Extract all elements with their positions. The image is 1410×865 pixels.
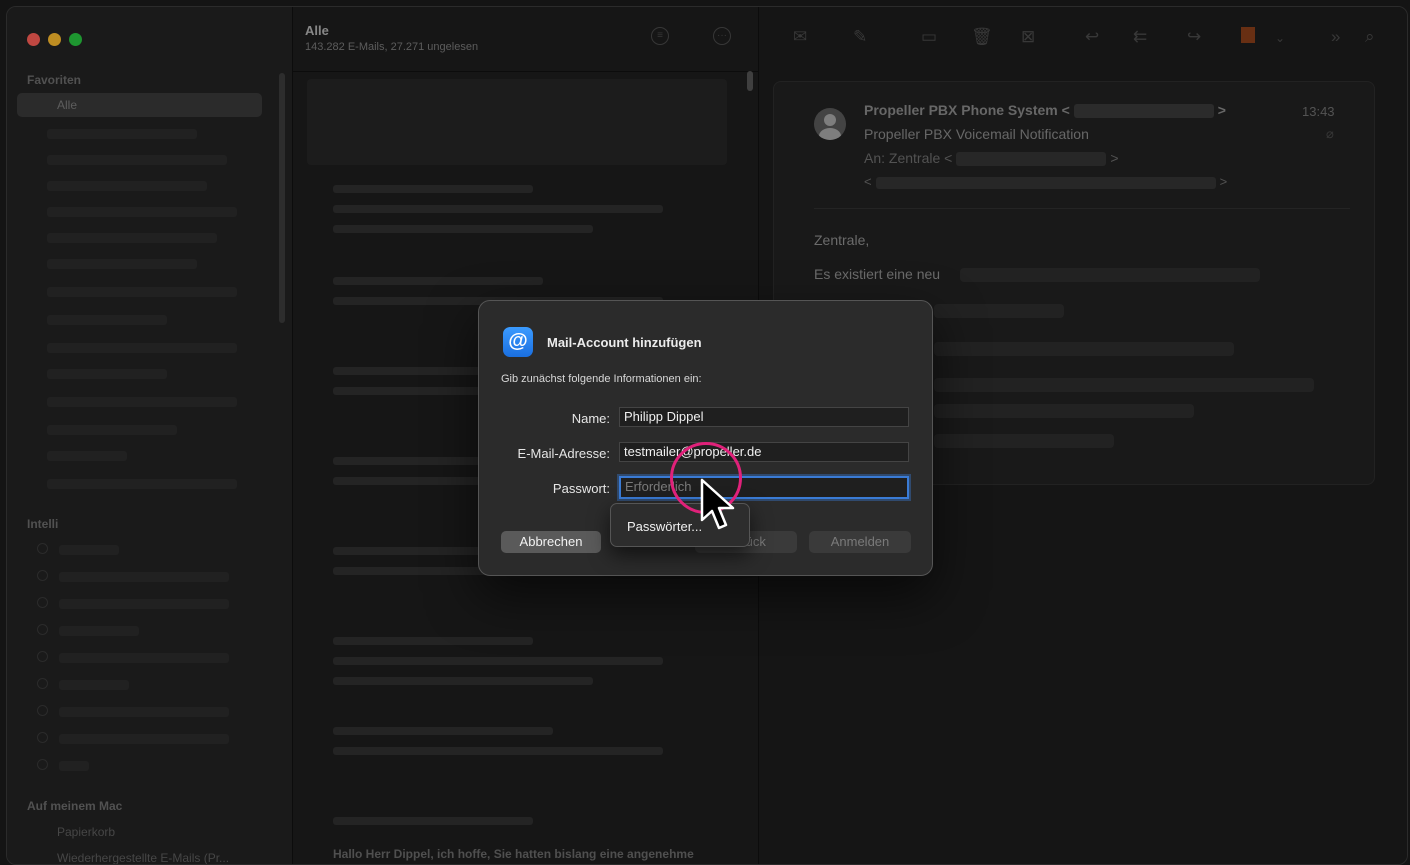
passwords-menu-item[interactable]: Passwörter...	[627, 519, 702, 534]
name-field[interactable]: Philipp Dippel	[619, 407, 909, 427]
at-sign-icon: @	[503, 327, 533, 357]
email-label: E-Mail-Adresse:	[517, 446, 610, 461]
login-button[interactable]: Anmelden	[809, 531, 911, 553]
mouse-pointer-icon	[700, 478, 735, 530]
email-field[interactable]: testmailer@propeller.de	[619, 442, 909, 462]
cancel-button[interactable]: Abbrechen	[501, 531, 601, 553]
dialog-title: Mail-Account hinzufügen	[547, 335, 702, 350]
password-field[interactable]: Erforderlich	[619, 476, 909, 499]
dialog-subtitle: Gib zunächst folgende Informationen ein:	[501, 373, 702, 385]
name-label: Name:	[571, 411, 610, 426]
password-label: Passwort:	[552, 481, 610, 496]
